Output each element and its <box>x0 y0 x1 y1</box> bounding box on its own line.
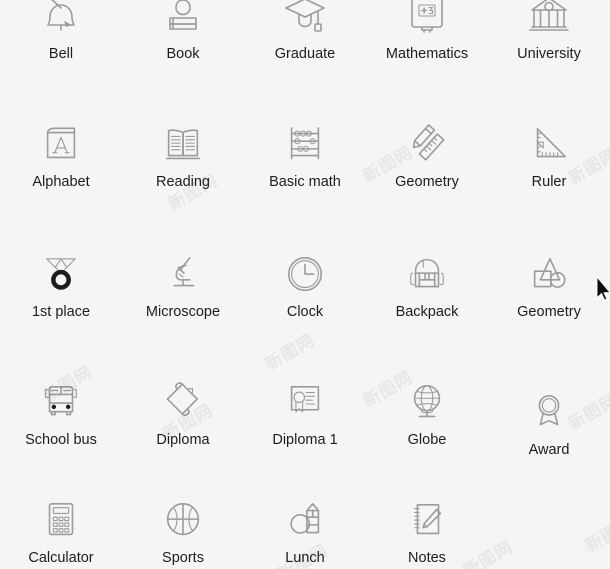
icon-label: Notes <box>408 550 446 566</box>
icon-cell-reading[interactable]: Reading <box>122 110 244 240</box>
icon-grid: Bell Book Graduate Mathematics Universit… <box>0 0 610 569</box>
icon-label: University <box>517 46 581 62</box>
icon-cell-award[interactable]: Award <box>488 370 610 490</box>
icon-label: Basic math <box>269 174 341 190</box>
icon-label: Mathematics <box>385 46 469 62</box>
icon-cell-microscope[interactable]: Microscope <box>122 240 244 370</box>
icon-label: Globe <box>407 432 447 448</box>
icon-label: Graduate <box>274 46 336 62</box>
icon-cell-calculator[interactable]: Calculator <box>0 490 122 569</box>
icon-label: Bell <box>48 46 74 62</box>
icon-label: Backpack <box>395 304 459 320</box>
clock-icon <box>282 254 328 298</box>
icon-label: School bus <box>25 432 97 448</box>
bell-icon <box>38 0 84 40</box>
icon-cell-alphabet[interactable]: Alphabet <box>0 110 122 240</box>
icon-cell-diploma[interactable]: Diploma <box>122 370 244 490</box>
icon-cell-book[interactable]: Book <box>122 0 244 110</box>
diploma-scroll-icon <box>160 382 206 426</box>
icon-cell-empty <box>488 490 610 569</box>
icon-label: Reading <box>155 174 210 190</box>
university-building-icon <box>526 0 572 40</box>
icon-cell-clock[interactable]: Clock <box>244 240 366 370</box>
icon-cell-notes[interactable]: Notes <box>366 490 488 569</box>
icon-label: Alphabet <box>32 174 90 190</box>
icon-label: Geometry <box>395 174 459 190</box>
icon-cell-lunch[interactable]: Lunch <box>244 490 366 569</box>
notepad-pencil-icon <box>404 500 450 544</box>
award-ribbon-icon <box>526 392 572 436</box>
icon-label: Clock <box>286 304 324 320</box>
icon-cell-globe[interactable]: Globe <box>366 370 488 490</box>
icon-cell-ruler[interactable]: Ruler <box>488 110 610 240</box>
graduation-cap-icon <box>282 0 328 40</box>
icon-cell-graduate[interactable]: Graduate <box>244 0 366 110</box>
book-apple-icon <box>160 0 206 40</box>
globe-icon <box>404 382 450 426</box>
icon-cell-school-bus[interactable]: School bus <box>0 370 122 490</box>
icon-label: Award <box>528 442 570 458</box>
abacus-icon <box>282 124 328 168</box>
set-square-icon <box>526 124 572 168</box>
basketball-icon <box>160 500 206 544</box>
alphabet-book-icon <box>38 124 84 168</box>
icon-cell-sports[interactable]: Sports <box>122 490 244 569</box>
icon-cell-bell[interactable]: Bell <box>0 0 122 110</box>
school-bus-icon <box>38 382 84 426</box>
icon-label: Calculator <box>28 550 94 566</box>
icon-cell-first-place[interactable]: 1st place <box>0 240 122 370</box>
icon-cell-basic-math[interactable]: Basic math <box>244 110 366 240</box>
icon-label: 1st place <box>31 304 91 320</box>
icon-label: Sports <box>162 550 204 566</box>
icon-cell-mathematics[interactable]: Mathematics <box>366 0 488 110</box>
certificate-icon <box>282 382 328 426</box>
backpack-icon <box>404 254 450 298</box>
lunch-milk-icon <box>282 500 328 544</box>
icon-label: Lunch <box>285 550 325 566</box>
icon-label: Book <box>166 46 200 62</box>
icon-cell-geometry-1[interactable]: Geometry <box>366 110 488 240</box>
icon-cell-university[interactable]: University <box>488 0 610 110</box>
microscope-icon <box>160 254 206 298</box>
icon-cell-geometry-2[interactable]: Geometry <box>488 240 610 370</box>
icon-cell-diploma-1[interactable]: Diploma 1 <box>244 370 366 490</box>
geometric-shapes-icon <box>526 254 572 298</box>
icon-label: Geometry <box>517 304 581 320</box>
medal-icon <box>38 254 84 298</box>
icon-label: Ruler <box>531 174 567 190</box>
icon-label: Microscope <box>145 304 221 320</box>
calculator-icon <box>38 500 84 544</box>
blackboard-math-icon <box>404 0 450 40</box>
icon-label: Diploma 1 <box>272 432 338 448</box>
pencil-ruler-icon <box>404 124 450 168</box>
icon-cell-backpack[interactable]: Backpack <box>366 240 488 370</box>
icon-label: Diploma <box>156 432 210 448</box>
open-book-icon <box>160 124 206 168</box>
